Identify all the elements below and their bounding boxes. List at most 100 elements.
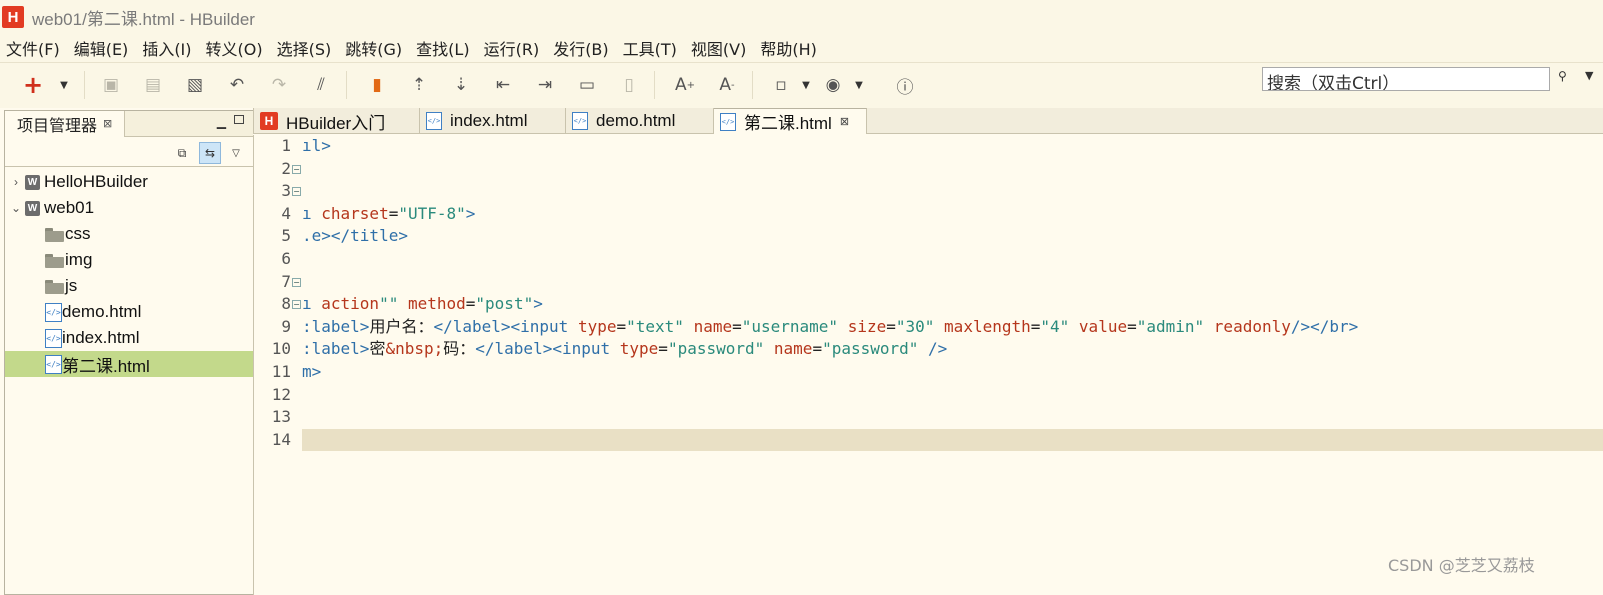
code-line[interactable] (302, 271, 1603, 293)
jump-down-icon[interactable]: ⇣ (450, 74, 472, 96)
new-plus-icon[interactable]: + (22, 71, 44, 99)
tree-item-file[interactable]: </> demo.html (5, 299, 254, 325)
line-number: 1 (281, 136, 291, 155)
title-bar: H web01/第二课.html - HBuilder (0, 0, 1603, 34)
uncomment-icon[interactable]: ▯ (618, 74, 640, 96)
menu-goto[interactable]: 跳转(G) (345, 36, 402, 60)
code-token-tag: > (465, 204, 476, 223)
hbuilder-icon: H (260, 112, 278, 130)
search-icon[interactable]: ⚲ (1558, 69, 1567, 83)
search-input[interactable]: 搜索（双击Ctrl） (1262, 67, 1550, 91)
tab-demo-html[interactable]: </> demo.html (566, 108, 714, 134)
menu-publish[interactable]: 发行(B) (553, 36, 608, 60)
line-number-gutter: 1 2−3−4 5 6 7−8−9 10 11 12 13 14 (254, 135, 301, 595)
code-line[interactable]: :label>用户名：</label><input type="text" na… (302, 316, 1603, 338)
tab-hbuilder-intro[interactable]: H HBuilder入门 (254, 108, 420, 134)
tree-item-project[interactable]: › W HelloHBuilder (5, 169, 254, 195)
tree-item-label: img (65, 250, 93, 269)
goto-end-icon[interactable]: ⇥ (534, 74, 556, 96)
code-text[interactable]: ıl> ı charset="UTF-8"> .e></title> ı action… (302, 135, 1603, 595)
code-line[interactable]: .e></title> (302, 225, 1603, 247)
html-file-icon: </> (720, 112, 736, 131)
link-editor-icon[interactable]: ⇆ (199, 142, 221, 164)
explorer-tab-bar: 项目管理器 ⊠ ▁ (5, 110, 254, 137)
menu-help[interactable]: 帮助(H) (760, 36, 817, 60)
tree-item-file[interactable]: </> 第二课.html (5, 351, 254, 377)
code-token-tag: .e></title> (302, 226, 408, 245)
browser-dropdown-icon[interactable]: ▼ (853, 74, 865, 96)
jump-up-icon[interactable]: ⇡ (408, 74, 430, 96)
menu-find[interactable]: 查找(L) (416, 36, 469, 60)
font-decrease-icon[interactable]: A- (716, 74, 738, 96)
preview-page-icon[interactable]: ▫ (770, 74, 792, 96)
code-token-tag: /> (928, 339, 948, 358)
code-line[interactable] (302, 158, 1603, 180)
chevron-right-icon[interactable]: › (7, 175, 25, 189)
tab-project-explorer[interactable]: 项目管理器 ⊠ (5, 110, 126, 137)
format-icon[interactable]: ⫽ (310, 74, 332, 96)
collapse-all-icon[interactable]: ⧉ (171, 142, 193, 164)
info-icon[interactable]: ⓘ (894, 74, 916, 98)
code-line[interactable] (302, 384, 1603, 406)
code-token-txt: = (812, 339, 823, 358)
code-line[interactable] (302, 406, 1603, 428)
tab-index-html[interactable]: </> index.html (420, 108, 566, 134)
fold-toggle-icon[interactable]: − (292, 165, 301, 174)
menu-edit[interactable]: 编辑(E) (74, 36, 129, 60)
fold-toggle-icon[interactable]: − (292, 187, 301, 196)
bookmark-icon[interactable]: ▮ (366, 74, 388, 96)
search-dropdown-icon[interactable]: ▼ (1585, 69, 1593, 82)
close-icon[interactable]: ⊠ (103, 117, 112, 130)
browser-chrome-icon[interactable]: ◉ (822, 74, 844, 96)
comment-icon[interactable]: ▭ (576, 74, 598, 96)
toolbar-separator (346, 71, 347, 99)
view-menu-icon[interactable]: ▽ (229, 142, 243, 164)
menu-escape[interactable]: 转义(O) (206, 36, 263, 60)
save-icon[interactable]: ▣ (100, 74, 122, 96)
goto-start-icon[interactable]: ⇤ (492, 74, 514, 96)
new-dropdown-icon[interactable]: ▼ (58, 74, 70, 96)
tree-item-label: js (65, 276, 78, 295)
fold-toggle-icon[interactable]: − (292, 278, 301, 287)
menu-insert[interactable]: 插入(I) (142, 36, 191, 60)
chevron-down-icon[interactable]: ⌄ (7, 201, 25, 215)
code-line[interactable]: m> (302, 361, 1603, 383)
code-editor[interactable]: 1 2−3−4 5 6 7−8−9 10 11 12 13 14 ıl> ı charset="UT… (253, 135, 1603, 595)
undo-icon[interactable]: ↶ (226, 74, 248, 96)
code-line[interactable] (302, 248, 1603, 270)
font-increase-icon[interactable]: A + (674, 74, 696, 96)
code-line[interactable]: ı charset="UTF-8"> (302, 203, 1603, 225)
html-file-icon: </> (572, 112, 588, 130)
minimize-icon[interactable]: ▁ (217, 115, 226, 129)
close-file-icon[interactable]: ▧ (184, 74, 206, 96)
explorer-toolbar: ⧉ ⇆ ▽ (5, 137, 254, 167)
code-token-val: "password" (667, 339, 774, 358)
line-number: 4 (281, 204, 291, 223)
menu-view[interactable]: 视图(V) (691, 36, 746, 60)
save-all-icon[interactable]: ▤ (142, 74, 164, 96)
code-line[interactable] (302, 180, 1603, 202)
menu-tools[interactable]: 工具(T) (623, 36, 677, 60)
menu-file[interactable]: 文件(F) (6, 36, 60, 60)
tree-item-folder[interactable]: css (5, 221, 254, 247)
line-number: 2 (281, 159, 291, 178)
preview-dropdown-icon[interactable]: ▼ (800, 74, 812, 96)
fold-toggle-icon[interactable]: − (292, 300, 301, 309)
tree-item-folder[interactable]: img (5, 247, 254, 273)
redo-icon[interactable]: ↷ (268, 74, 290, 96)
tab-lesson2-html[interactable]: </> 第二课.html ⊠ (714, 108, 867, 134)
code-line[interactable]: ıl> (302, 135, 1603, 157)
code-line[interactable]: ı action"" method="post"> (302, 293, 1603, 315)
line-number: 8 (281, 294, 291, 313)
menu-select[interactable]: 选择(S) (277, 36, 332, 60)
tree-item-project[interactable]: ⌄ Wweb01 (5, 195, 254, 221)
code-token-txt: 用户名： (369, 317, 434, 336)
current-code-line[interactable] (302, 429, 1603, 451)
code-line[interactable]: :label>密&nbsp;码：</label><input type="pas… (302, 338, 1603, 360)
code-token-val: "text" (626, 317, 694, 336)
tree-item-file[interactable]: </> index.html (5, 325, 254, 351)
menu-run[interactable]: 运行(R) (484, 36, 540, 60)
maximize-icon[interactable] (234, 115, 244, 124)
tree-item-folder[interactable]: js (5, 273, 254, 299)
close-icon[interactable]: ⊠ (840, 115, 849, 128)
